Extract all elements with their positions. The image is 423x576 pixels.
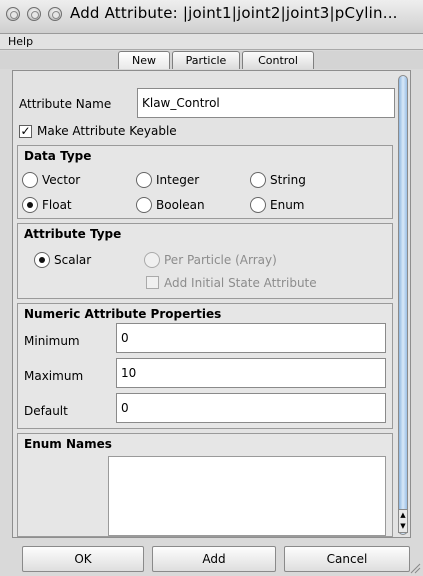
minimum-label: Minimum — [24, 334, 80, 348]
enum-names-group: Enum Names — [17, 433, 393, 537]
radio-integer-label: Integer — [156, 173, 200, 187]
make-keyable-checkbox[interactable]: ✓ — [19, 125, 32, 138]
checkmark-icon: ✓ — [20, 124, 31, 138]
zoom-window-button[interactable] — [48, 7, 62, 21]
ok-button[interactable]: OK — [22, 546, 144, 572]
radio-scalar[interactable] — [34, 252, 50, 268]
menu-help[interactable]: Help — [8, 35, 33, 48]
radio-enum[interactable] — [250, 197, 266, 213]
radio-integer[interactable] — [136, 172, 152, 188]
tab-strip: New Particle Control — [0, 51, 423, 69]
add-initial-state-label: Add Initial State Attribute — [164, 276, 317, 290]
radio-per-particle[interactable] — [144, 252, 160, 268]
menu-bar: Help — [0, 34, 423, 50]
default-label: Default — [24, 404, 68, 418]
radio-float[interactable] — [22, 197, 38, 213]
attribute-type-title: Attribute Type — [24, 227, 122, 241]
enum-names-list[interactable] — [108, 456, 386, 536]
scroll-up-icon[interactable]: ▲ — [399, 510, 407, 521]
add-initial-state-checkbox[interactable] — [146, 276, 159, 289]
scroll-down-icon[interactable]: ▼ — [399, 521, 407, 532]
attribute-panel: Attribute Name ✓ Make Attribute Keyable … — [12, 70, 411, 538]
radio-vector[interactable] — [22, 172, 38, 188]
numeric-properties-group: Numeric Attribute Properties Minimum Max… — [17, 303, 393, 429]
attribute-type-group: Attribute Type Scalar Per Particle (Arra… — [17, 223, 393, 299]
close-window-button[interactable] — [6, 7, 20, 21]
resize-grip-icon[interactable] — [409, 562, 421, 574]
numeric-properties-title: Numeric Attribute Properties — [24, 307, 222, 321]
data-type-group: Data Type Vector Integer String Float Bo… — [17, 145, 393, 219]
cancel-button[interactable]: Cancel — [284, 546, 410, 572]
radio-boolean-label: Boolean — [156, 198, 205, 212]
scroll-arrows[interactable]: ▲ ▼ — [398, 509, 408, 533]
minimum-input[interactable] — [116, 323, 386, 353]
maximum-label: Maximum — [24, 369, 84, 383]
radio-scalar-label: Scalar — [54, 253, 92, 267]
radio-enum-label: Enum — [270, 198, 305, 212]
window-titlebar: Add Attribute: |joint1|joint2|joint3|pCy… — [0, 0, 423, 34]
add-button[interactable]: Add — [152, 546, 276, 572]
tab-particle[interactable]: Particle — [172, 51, 240, 69]
attribute-name-input[interactable] — [137, 88, 395, 118]
enum-names-title: Enum Names — [24, 437, 112, 451]
default-input[interactable] — [116, 393, 386, 423]
tab-new[interactable]: New — [118, 51, 170, 69]
radio-float-label: Float — [42, 198, 72, 212]
window-title: Add Attribute: |joint1|joint2|joint3|pCy… — [70, 4, 398, 22]
radio-string-label: String — [270, 173, 306, 187]
radio-per-particle-label: Per Particle (Array) — [164, 253, 277, 267]
make-keyable-label: Make Attribute Keyable — [37, 124, 177, 138]
maximum-input[interactable] — [116, 358, 386, 388]
data-type-title: Data Type — [24, 149, 92, 163]
radio-boolean[interactable] — [136, 197, 152, 213]
minimize-window-button[interactable] — [27, 7, 41, 21]
vertical-scrollbar-thumb[interactable] — [398, 75, 408, 535]
attribute-name-label: Attribute Name — [19, 97, 112, 111]
radio-vector-label: Vector — [42, 173, 81, 187]
radio-string[interactable] — [250, 172, 266, 188]
tab-control[interactable]: Control — [242, 51, 314, 69]
